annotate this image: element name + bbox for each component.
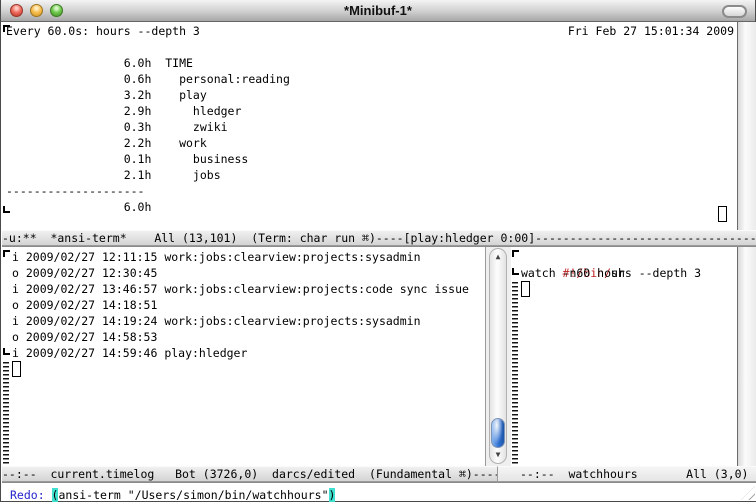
titlebar[interactable]: *Minibuf-1*: [1, 0, 755, 22]
modeline-ansi-term[interactable]: -u:** *ansi-term* All (13,101) (Term: ch…: [2, 230, 756, 247]
scrollbar-up-arrow-icon[interactable]: ▲: [490, 251, 506, 263]
buffer-top-angle-icon: [3, 25, 10, 32]
scrollbar-down-arrow-icon[interactable]: ▼: [490, 449, 506, 461]
watch-command-text: Every 60.0s: hours --depth 3: [6, 23, 200, 39]
empty-lines-indicator-icon: [3, 362, 9, 466]
minibuffer-command-text: ansi-term "/Users/simon/bin/watchhours": [58, 488, 328, 502]
ansi-term-scrollbar-track[interactable]: [737, 22, 756, 230]
timelog-scrollbar-track[interactable]: ▲ ▼: [489, 248, 507, 464]
modeline-watchhours[interactable]: --:-- watchhours All (3,0): [497, 466, 756, 483]
watch-invocation-line: watch -n60 hours --depth 3: [521, 265, 701, 281]
emacs-window: *Minibuf-1* Every 60.0s: hours --depth 3…: [0, 0, 756, 502]
timelog-inactive-cursor: [12, 361, 21, 377]
watchhours-buffer-pane[interactable]: #!/bin/sh watch -n60 hours --depth 3: [511, 247, 737, 466]
minibuffer-cursor-on-close-paren: ): [329, 488, 336, 502]
buffer-top-angle-icon: [3, 250, 10, 257]
window-resize-grip[interactable]: [741, 486, 755, 500]
buffer-bottom-angle-icon: [3, 348, 10, 355]
inactive-terminal-cursor: [718, 206, 727, 222]
buffer-top-angle-icon: [512, 250, 519, 257]
toolbar-toggle-pill-button[interactable]: [722, 5, 747, 18]
empty-lines-indicator-icon: [512, 282, 518, 466]
buffer-bottom-angle-icon: [3, 206, 10, 213]
watch-header-line: Every 60.0s: hours --depth 3 Fri Feb 27 …: [2, 22, 737, 39]
timelog-buffer-pane[interactable]: i 2009/02/27 12:11:15 work:jobs:clearvie…: [2, 247, 485, 466]
minimize-button-icon[interactable]: [30, 4, 43, 17]
timelog-entries-text: i 2009/02/27 12:11:15 work:jobs:clearvie…: [12, 249, 469, 361]
zoom-button-icon[interactable]: [50, 4, 63, 17]
window-title: *Minibuf-1*: [1, 0, 755, 21]
ansi-term-buffer-pane[interactable]: Every 60.0s: hours --depth 3 Fri Feb 27 …: [2, 22, 737, 230]
close-button-icon[interactable]: [10, 4, 23, 17]
timelog-scrollbar-thumb[interactable]: [491, 418, 505, 448]
watch-timestamp: Fri Feb 27 15:01:34 2009: [568, 23, 734, 39]
modeline-timelog[interactable]: --:-- current.timelog Bot (3726,0) darcs…: [2, 466, 497, 483]
modeline-ansi-term-text: -u:** *ansi-term* All (13,101) (Term: ch…: [2, 231, 756, 246]
minibuffer-input[interactable]: Redo: (ansi-term "/Users/simon/bin/watch…: [2, 483, 756, 501]
minibuffer-prompt: Redo:: [10, 488, 52, 502]
script-inactive-cursor: [521, 281, 530, 297]
buffer-bottom-angle-icon: [512, 268, 519, 275]
timelog-scrollbar-gutter[interactable]: ▲ ▼: [485, 247, 511, 466]
watchhours-scrollbar-track[interactable]: [737, 247, 756, 466]
modeline-watchhours-text: --:-- watchhours All (3,0): [498, 467, 756, 482]
modeline-timelog-text: --:-- current.timelog Bot (3726,0) darcs…: [2, 467, 497, 482]
hours-report-text: 6.0h TIME 0.6h personal:reading 3.2h pla…: [6, 39, 290, 215]
